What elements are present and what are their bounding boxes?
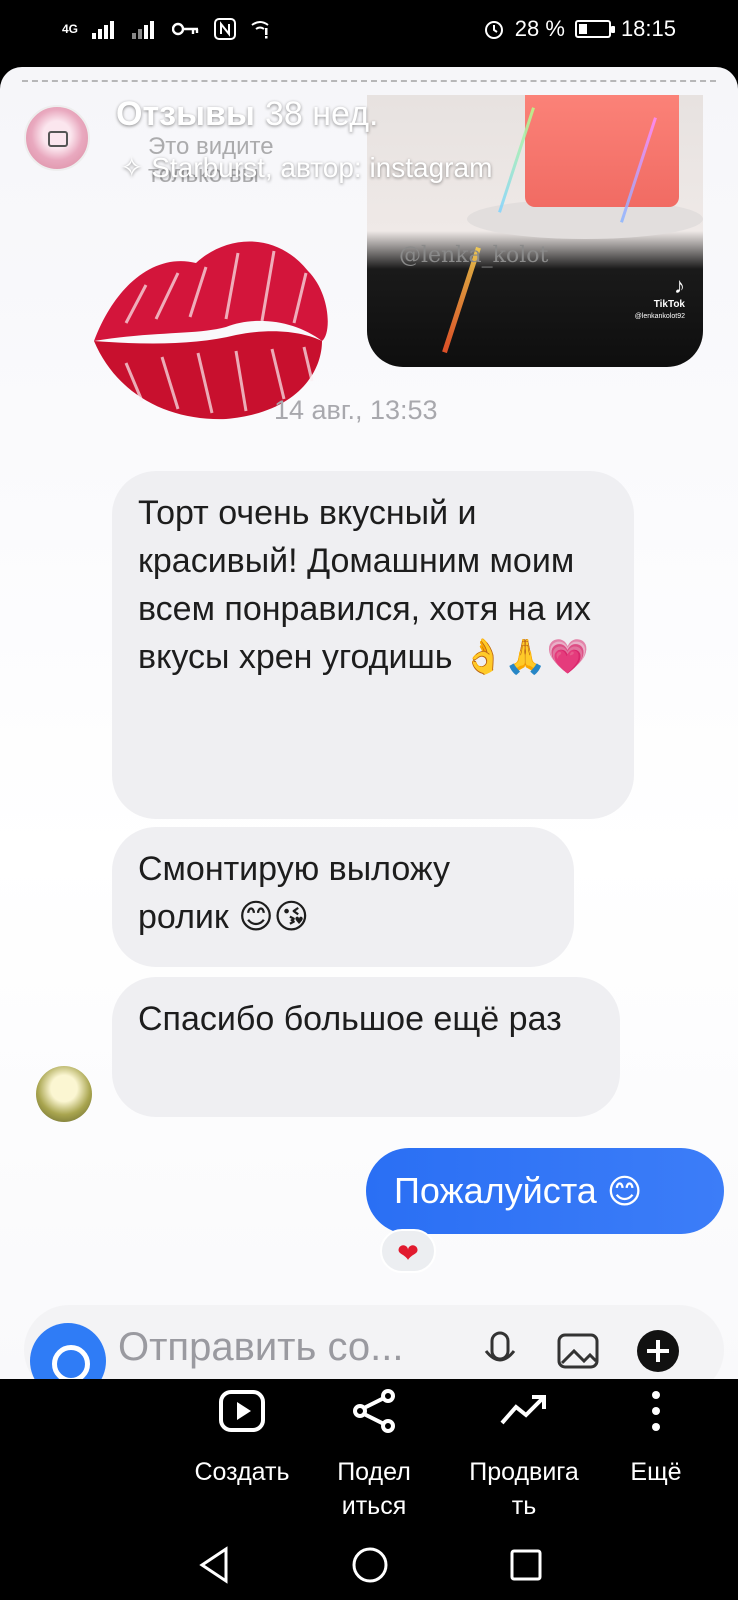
nfc-icon (214, 18, 237, 40)
story-age: 38 нед. (264, 95, 379, 133)
more-button[interactable]: Ещё (586, 1389, 726, 1489)
alarm-icon (484, 21, 503, 39)
promote-label: Продвига ть (469, 1458, 579, 1520)
create-button[interactable]: Создать (172, 1389, 312, 1489)
notebook-icon (48, 131, 68, 147)
tiktok-icon: ♪ (674, 273, 685, 298)
back-icon[interactable] (196, 1545, 232, 1585)
sender-avatar (36, 1066, 92, 1122)
system-nav-bar (0, 1539, 738, 1600)
effect-attribution[interactable]: ✧ Starburst, автор: instagram (120, 151, 492, 184)
lips-sticker (94, 241, 328, 420)
play-icon (219, 1390, 265, 1432)
trend-icon (500, 1395, 546, 1425)
effect-label[interactable]: Starburst, автор: instagram (151, 152, 492, 183)
share-icon (353, 1389, 395, 1433)
message-text: Пожалуйста (394, 1170, 597, 1211)
message-text: Спасибо большое ещё раз (138, 1000, 562, 1038)
recents-icon[interactable] (508, 1545, 544, 1585)
more-label: Ещё (630, 1458, 682, 1486)
story-avatar[interactable] (24, 105, 90, 171)
gallery-icon (557, 1333, 599, 1369)
cake-image (525, 95, 679, 207)
more-icon (652, 1391, 660, 1431)
battery-icon (574, 20, 615, 38)
message-emoji: 👌🙏💗 (461, 638, 589, 676)
wifi-alert-icon (251, 21, 269, 39)
message-bubble-incoming: Смонтирую выложу ролик 😊😘 (112, 827, 574, 967)
message-timestamp: 14 авг., 13:53 (274, 395, 438, 425)
story-title[interactable]: Отзывы (116, 95, 255, 133)
sparkle-icon: ✧ (120, 152, 152, 183)
tiktok-user: @lenkankolot92 (634, 313, 685, 320)
message-bubble-outgoing: Пожалуйста 😊 (366, 1148, 724, 1234)
story-header[interactable]: Отзывы 38 нед. (116, 95, 378, 134)
message-emoji: 😊 (606, 1173, 643, 1211)
video-watermark: @lenka_kolot (399, 243, 549, 268)
story-card[interactable]: Это видите только вы @lenka_kolot ♪ TikT… (0, 67, 738, 1379)
clock: 18:15 (620, 16, 676, 41)
microphone-icon (484, 1331, 516, 1362)
tiktok-label: TikTok (653, 299, 685, 310)
status-left: 4G (62, 18, 270, 40)
battery-percent: 28 % (514, 16, 565, 41)
story-progress-bar (22, 80, 716, 83)
share-button[interactable]: Подел иться (304, 1389, 444, 1523)
battery-fill (578, 24, 587, 34)
create-label: Создать (194, 1458, 290, 1486)
key-icon (172, 22, 199, 36)
signal-icon (92, 21, 115, 39)
signal-icon (132, 21, 155, 39)
network-label: 4G (62, 22, 79, 36)
message-emoji: 😊😘 (238, 898, 310, 936)
status-right: 28 % 18:15 (483, 16, 676, 42)
story-actions-bar: Создать Подел иться Продвига ть Ещё (0, 1379, 738, 1539)
status-bar: 4G 28 % 18:15 (0, 0, 738, 62)
promote-button[interactable]: Продвига ть (454, 1389, 594, 1523)
message-bubble-incoming: Спасибо большое ещё раз (112, 977, 620, 1117)
tiktok-badge: ♪ TikTok @lenkankolot92 (635, 273, 685, 321)
home-icon[interactable] (350, 1545, 390, 1585)
cake-video-preview: @lenka_kolot ♪ TikTok @lenkankolot92 (367, 95, 703, 367)
share-label: Подел иться (337, 1458, 411, 1520)
add-icon (637, 1330, 679, 1372)
message-bubble-incoming: Торт очень вкусный и красивый! Домашним … (112, 471, 634, 819)
composer-placeholder: Отправить со... (118, 1325, 404, 1369)
heart-reaction: ❤ (380, 1229, 436, 1273)
